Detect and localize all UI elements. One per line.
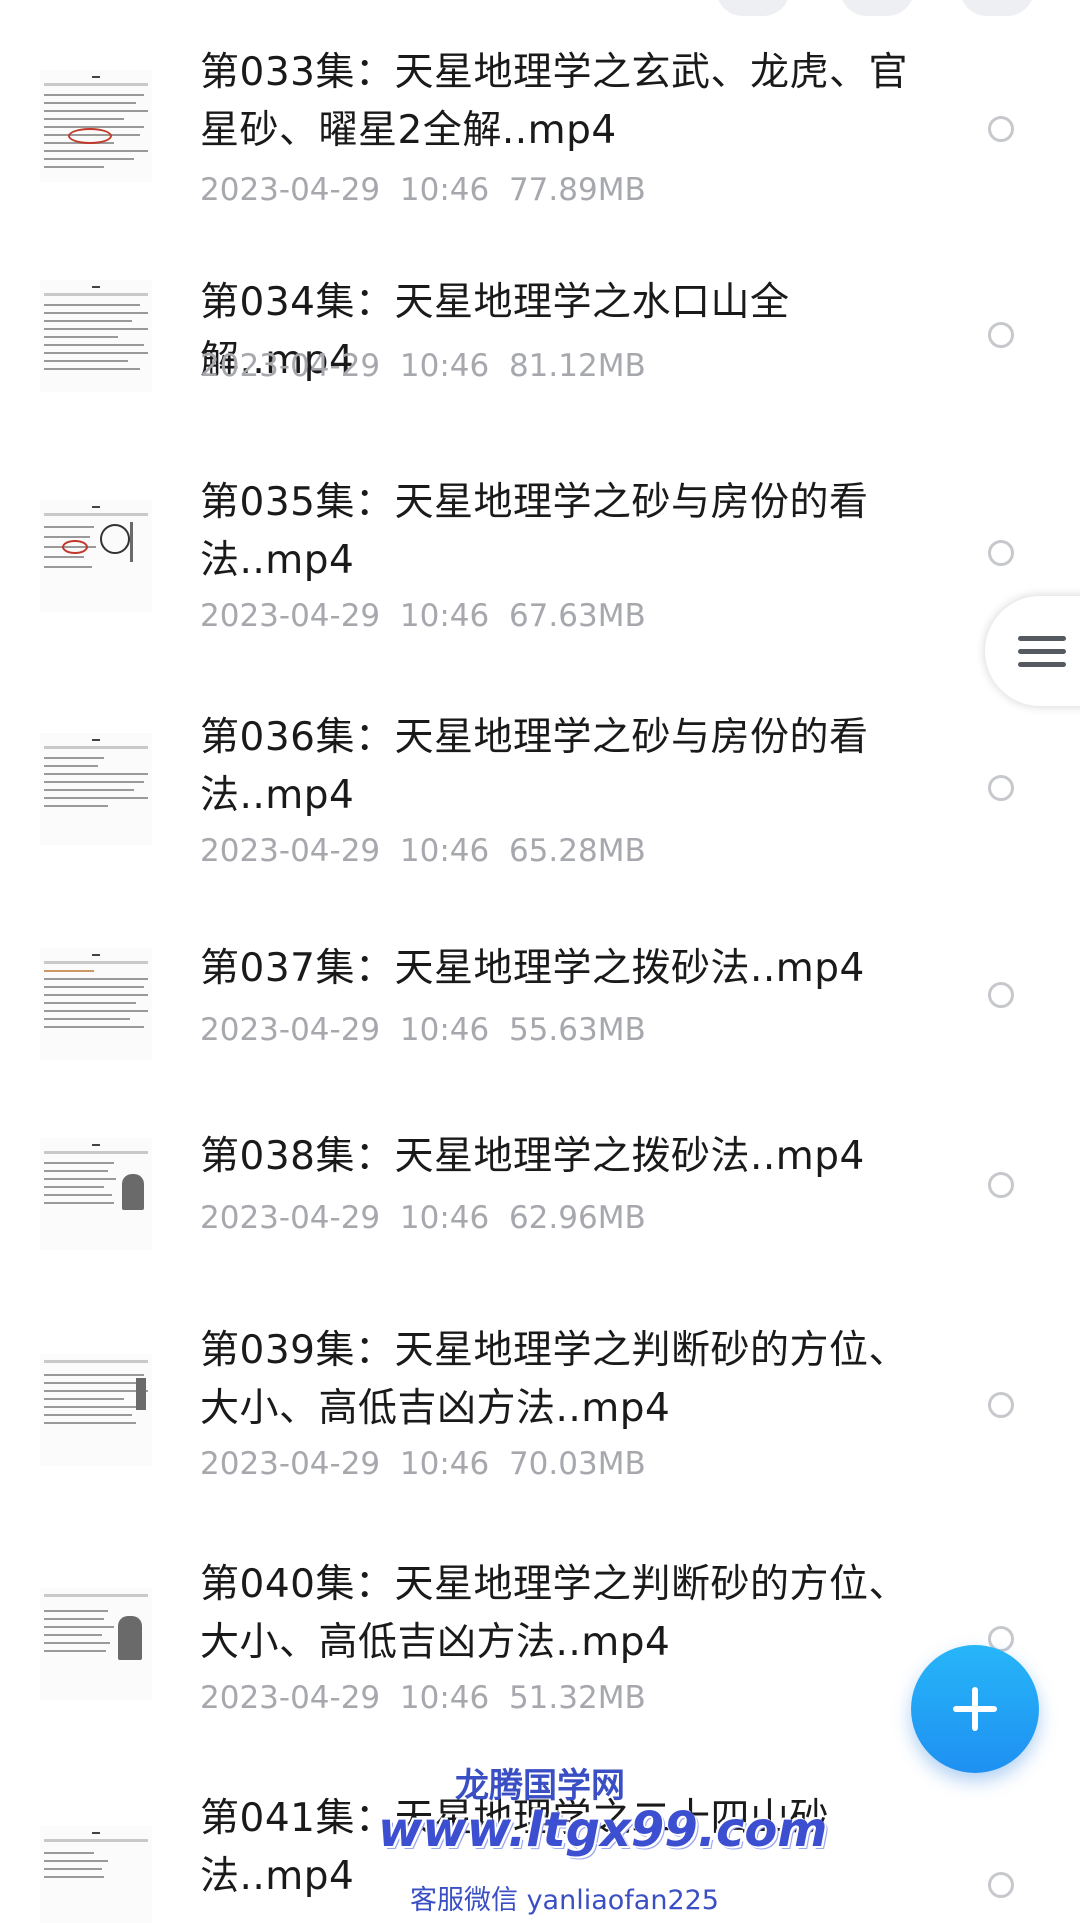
menu-icon[interactable] [985,596,1080,706]
radio-circle-icon[interactable] [988,982,1014,1008]
toolbar-icon[interactable] [716,0,790,16]
file-list-item[interactable]: 第034集：天星地理学之水口山全解..mp4 2023-04-29 10:46 … [0,268,1080,428]
radio-circle-icon[interactable] [988,540,1014,566]
radio-circle-icon[interactable] [988,1172,1014,1198]
radio-circle-icon[interactable] [988,322,1014,348]
add-button[interactable] [911,1645,1039,1773]
file-meta: 2023-04-29 10:46 51.32MB [200,1678,646,1718]
video-thumbnail [40,1588,152,1700]
file-time: 10:46 [399,598,490,634]
file-size: 70.03MB [508,1446,646,1482]
file-list-item[interactable]: 第033集：天星地理学之玄武、龙虎、官星砂、曜星2全解..mp4 2023-04… [0,40,1080,230]
video-thumbnail [40,1138,152,1250]
file-time: 10:46 [399,1680,490,1716]
file-time: 10:46 [399,172,490,208]
file-meta: 2023-04-29 10:46 62.96MB [200,1198,646,1238]
file-size: 51.32MB [508,1680,646,1716]
video-thumbnail [40,1354,152,1466]
file-meta: 2023-04-29 10:46 55.63MB [200,1010,646,1050]
file-time: 10:46 [399,1446,490,1482]
toolbar-icon[interactable] [840,0,914,16]
file-meta: 2023-04-29 10:46 67.63MB [200,596,646,636]
file-list-screen: 第033集：天星地理学之玄武、龙虎、官星砂、曜星2全解..mp4 2023-04… [0,0,1080,1923]
file-date: 2023-04-29 [200,1012,381,1048]
file-size: 81.12MB [508,348,646,384]
video-thumbnail [40,1826,152,1923]
file-size: 67.63MB [508,598,646,634]
file-name: 第038集：天星地理学之拨砂法..mp4 [200,1134,865,1179]
video-thumbnail [40,733,152,845]
file-date: 2023-04-29 [200,833,381,869]
video-thumbnail [40,70,152,182]
file-list-item[interactable]: 第041集：天星地理学之二十四山砂法..mp4 [0,1790,1080,1923]
file-name: 第041集：天星地理学之二十四山砂法..mp4 [200,1796,829,1899]
radio-circle-icon[interactable] [988,1872,1014,1898]
file-time: 10:46 [399,1012,490,1048]
video-thumbnail [40,948,152,1060]
file-size: 77.89MB [508,172,646,208]
file-name: 第037集：天星地理学之拨砂法..mp4 [200,946,865,991]
file-meta: 2023-04-29 10:46 81.12MB [200,346,646,386]
file-date: 2023-04-29 [200,172,381,208]
file-list-item[interactable]: 第035集：天星地理学之砂与房份的看法..mp4 2023-04-29 10:4… [0,468,1080,658]
video-thumbnail [40,500,152,612]
radio-circle-icon[interactable] [988,1392,1014,1418]
file-name: 第033集：天星地理学之玄武、龙虎、官星砂、曜星2全解..mp4 [200,50,908,153]
file-date: 2023-04-29 [200,1200,381,1236]
file-date: 2023-04-29 [200,1446,381,1482]
file-meta: 2023-04-29 10:46 65.28MB [200,831,646,871]
toolbar-icon[interactable] [960,0,1034,16]
file-date: 2023-04-29 [200,1680,381,1716]
file-meta: 2023-04-29 10:46 77.89MB [200,170,646,210]
file-size: 62.96MB [508,1200,646,1236]
file-list-item[interactable]: 第036集：天星地理学之砂与房份的看法..mp4 2023-04-29 10:4… [0,703,1080,893]
file-name: 第040集：天星地理学之判断砂的方位、大小、高低吉凶方法..mp4 [200,1562,908,1665]
file-list-item[interactable]: 第039集：天星地理学之判断砂的方位、大小、高低吉凶方法..mp4 2023-0… [0,1320,1080,1510]
file-name: 第035集：天星地理学之砂与房份的看法..mp4 [200,480,869,583]
file-name: 第036集：天星地理学之砂与房份的看法..mp4 [200,715,869,818]
file-name: 第039集：天星地理学之判断砂的方位、大小、高低吉凶方法..mp4 [200,1328,908,1431]
file-meta: 2023-04-29 10:46 70.03MB [200,1444,646,1484]
video-thumbnail [40,280,152,392]
file-size: 55.63MB [508,1012,646,1048]
file-date: 2023-04-29 [200,348,381,384]
radio-circle-icon[interactable] [988,775,1014,801]
file-time: 10:46 [399,833,490,869]
radio-circle-icon[interactable] [988,116,1014,142]
file-date: 2023-04-29 [200,598,381,634]
file-list-item[interactable]: 第037集：天星地理学之拨砂法..mp4 2023-04-29 10:46 55… [0,938,1080,1098]
file-time: 10:46 [399,348,490,384]
file-list-item[interactable]: 第038集：天星地理学之拨砂法..mp4 2023-04-29 10:46 62… [0,1128,1080,1288]
file-time: 10:46 [399,1200,490,1236]
file-size: 65.28MB [508,833,646,869]
